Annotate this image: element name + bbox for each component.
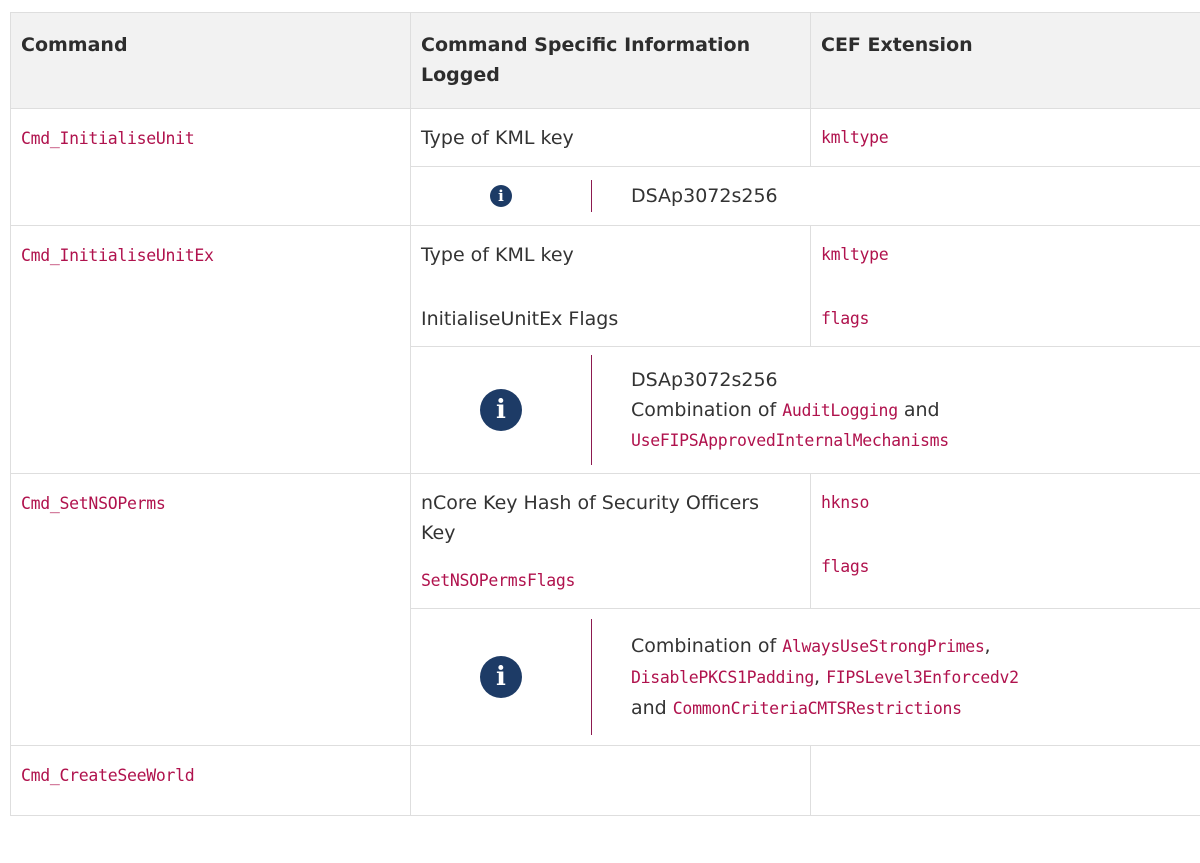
- note-and: and: [631, 696, 667, 719]
- info-cell: [410, 745, 811, 816]
- table-row: Cmd_CreateSeeWorld: [10, 745, 1200, 816]
- cef-extension: kmltype: [821, 245, 889, 264]
- command-table: Command Command Specific Information Log…: [10, 12, 1200, 816]
- command-cell: Cmd_CreateSeeWorld: [10, 745, 411, 816]
- note-line: DisablePKCS1Padding, FIPSLevel3Enforcedv…: [631, 662, 1019, 693]
- note-code: DisablePKCS1Padding: [631, 667, 815, 687]
- command-cell: Cmd_InitialiseUnitEx: [10, 225, 411, 474]
- command-name: Cmd_CreateSeeWorld: [21, 766, 195, 785]
- table-row: Cmd_InitialiseUnitEx Type of KML key Ini…: [10, 225, 1200, 474]
- info-circle-icon: i: [480, 389, 522, 431]
- info-text: Type of KML key: [421, 244, 574, 266]
- header-cef: CEF Extension: [810, 12, 1200, 109]
- cef-cell: hknso flags: [810, 473, 1200, 609]
- note-line: Combination of AlwaysUseStrongPrimes,: [631, 631, 1019, 662]
- admonition-note: i DSAp3072s256: [411, 167, 1200, 225]
- note-prefix: Combination of: [631, 634, 777, 657]
- note-cell: i DSAp3072s256: [410, 166, 1200, 226]
- admonition-note: i Combination of AlwaysUseStrongPrimes, …: [411, 609, 1200, 745]
- info-circle-icon: i: [490, 185, 512, 207]
- table-row: Cmd_InitialiseUnit Type of KML key kmlty…: [10, 108, 1200, 226]
- note-code: AuditLogging: [782, 400, 898, 420]
- note-cell: i DSAp3072s256 Combination of AuditLoggi…: [410, 346, 1200, 474]
- admonition-note: i DSAp3072s256 Combination of AuditLoggi…: [411, 347, 1200, 473]
- note-and: and: [903, 398, 940, 421]
- cef-cell: [810, 745, 1200, 816]
- command-name: Cmd_SetNSOPerms: [21, 494, 166, 513]
- note-text: Combination of AlwaysUseStrongPrimes, Di…: [592, 631, 1019, 724]
- cef-extension: kmltype: [821, 128, 889, 147]
- info-cell: nCore Key Hash of Security Officers Key …: [410, 473, 811, 609]
- cef-cell: kmltype flags: [810, 225, 1200, 347]
- note-line: and CommonCriteriaCMTSRestrictions: [631, 693, 1019, 724]
- command-cell: Cmd_InitialiseUnit: [10, 108, 411, 226]
- note-code: UseFIPSApprovedInternalMechanisms: [631, 430, 949, 450]
- info-code: SetNSOPermsFlags: [421, 571, 576, 590]
- table-header-row: Command Command Specific Information Log…: [10, 12, 1200, 109]
- header-info: Command Specific Information Logged: [410, 12, 811, 109]
- table-row: Cmd_SetNSOPerms nCore Key Hash of Securi…: [10, 473, 1200, 746]
- note-line: DSAp3072s256: [631, 368, 778, 391]
- note-text: DSAp3072s256: [631, 185, 778, 207]
- command-name: Cmd_InitialiseUnit: [21, 129, 195, 148]
- note-cell: i Combination of AlwaysUseStrongPrimes, …: [410, 608, 1200, 746]
- info-text: InitialiseUnitEx Flags: [421, 308, 619, 330]
- info-text: nCore Key Hash of Security Officers Key: [421, 492, 760, 544]
- info-cell: Type of KML key: [410, 108, 811, 167]
- note-comma: ,: [984, 634, 991, 657]
- info-cell: Type of KML key InitialiseUnitEx Flags: [410, 225, 811, 347]
- note-comma: ,: [814, 665, 821, 688]
- cef-cell: kmltype: [810, 108, 1200, 167]
- cef-extension: flags: [821, 557, 870, 576]
- note-text: DSAp3072s256 Combination of AuditLogging…: [592, 365, 949, 456]
- info-text: Type of KML key: [421, 127, 574, 149]
- command-name: Cmd_InitialiseUnitEx: [21, 246, 214, 265]
- cef-extension: flags: [821, 309, 870, 328]
- note-line: Combination of AuditLogging and: [631, 395, 949, 426]
- note-code: FIPSLevel3Enforcedv2: [826, 667, 1019, 687]
- header-command: Command: [10, 12, 411, 109]
- info-circle-icon: i: [480, 656, 522, 698]
- command-cell: Cmd_SetNSOPerms: [10, 473, 411, 746]
- note-code: AlwaysUseStrongPrimes: [782, 636, 985, 656]
- cef-extension: hknso: [821, 493, 870, 512]
- note-code: CommonCriteriaCMTSRestrictions: [672, 698, 962, 718]
- note-prefix: Combination of: [631, 398, 777, 421]
